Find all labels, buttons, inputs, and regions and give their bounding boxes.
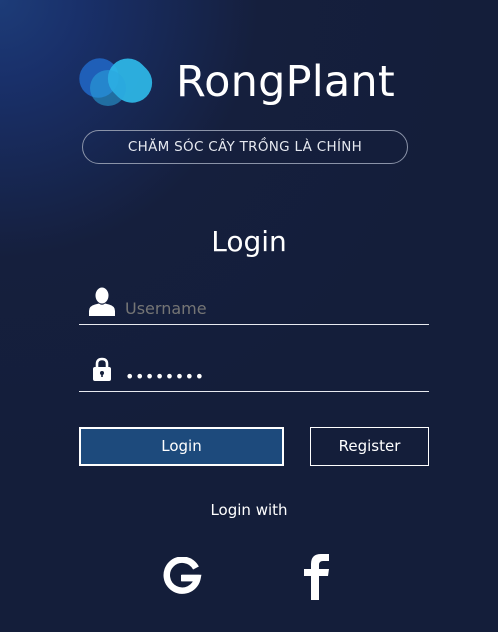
user-icon <box>89 287 115 316</box>
username-field <box>79 286 429 325</box>
heart-logo-icon <box>79 58 153 106</box>
brand-name: RongPlant <box>176 57 395 107</box>
username-input[interactable] <box>125 296 425 320</box>
tagline-badge: CHĂM SÓC CÂY TRỒNG LÀ CHÍNH <box>82 130 408 164</box>
register-button[interactable]: Register <box>310 427 429 466</box>
password-input[interactable] <box>125 362 425 390</box>
lock-icon <box>93 357 111 381</box>
login-button[interactable]: Login <box>79 427 284 466</box>
login-title: Login <box>211 225 287 258</box>
google-icon[interactable] <box>161 557 203 595</box>
password-field <box>79 354 429 392</box>
login-with-label: Login with <box>210 501 288 519</box>
facebook-icon[interactable] <box>298 552 336 600</box>
